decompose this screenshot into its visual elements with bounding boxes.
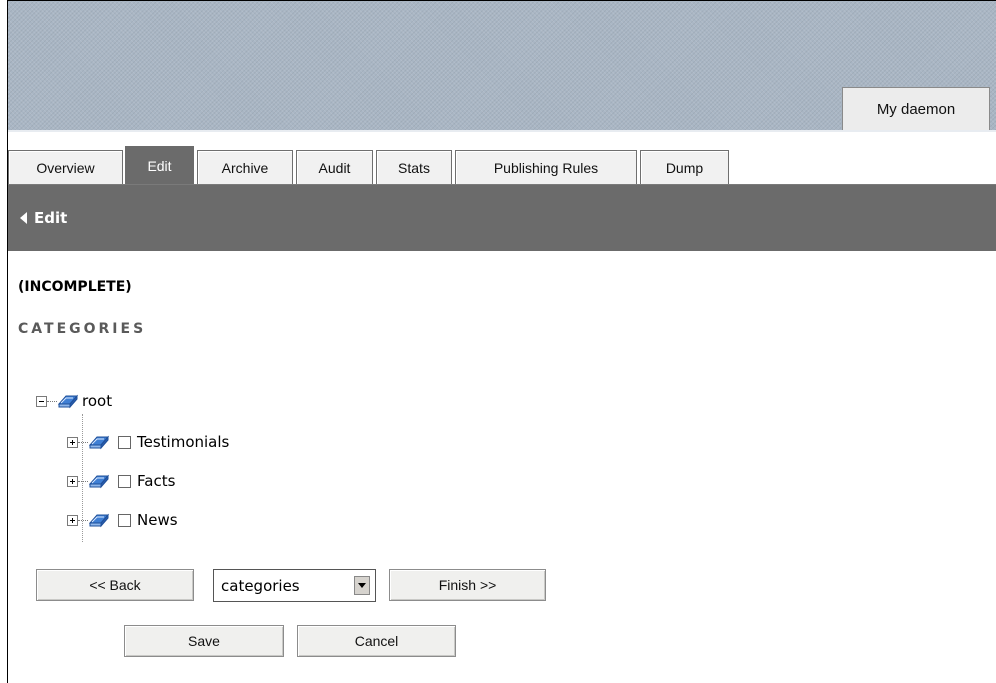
chevron-down-icon[interactable] <box>354 576 370 595</box>
tab-audit[interactable]: Audit <box>296 150 373 184</box>
step-select[interactable]: categories <box>213 569 376 602</box>
triangle-left-icon[interactable] <box>20 212 27 224</box>
tree-node-label[interactable]: News <box>137 511 178 529</box>
tree-node-label[interactable]: Facts <box>137 472 175 490</box>
section-heading: CATEGORIES <box>18 321 147 337</box>
tree-dots <box>78 441 88 443</box>
folder-icon <box>88 511 110 529</box>
tree-node-label[interactable]: Testimonials <box>137 433 229 451</box>
tree-node-facts: Facts <box>67 472 175 490</box>
tree-node-testimonials: Testimonials <box>67 433 229 451</box>
tab-stats[interactable]: Stats <box>376 150 452 184</box>
folder-icon <box>57 392 79 410</box>
tree-node-news: News <box>67 511 178 529</box>
folder-icon <box>88 433 110 451</box>
tree-dots <box>78 480 88 482</box>
finish-button[interactable]: Finish >> <box>389 569 546 601</box>
tree-dots <box>47 400 57 402</box>
my-daemon-tab[interactable]: My daemon <box>842 87 990 130</box>
expand-icon[interactable] <box>67 514 78 526</box>
tree-node-label[interactable]: root <box>82 392 112 410</box>
category-checkbox[interactable] <box>118 474 131 488</box>
expand-icon[interactable] <box>67 436 78 448</box>
status-label: (INCOMPLETE) <box>18 279 132 295</box>
tab-dump[interactable]: Dump <box>640 150 729 184</box>
step-select-value: categories <box>221 576 300 595</box>
edit-bar-title: Edit <box>34 209 68 227</box>
tab-archive[interactable]: Archive <box>197 150 293 184</box>
collapse-icon[interactable] <box>36 395 47 407</box>
expand-icon[interactable] <box>67 475 78 487</box>
back-button[interactable]: << Back <box>36 569 194 601</box>
category-checkbox[interactable] <box>118 513 131 527</box>
category-checkbox[interactable] <box>118 435 131 449</box>
cancel-button[interactable]: Cancel <box>297 625 456 657</box>
folder-icon <box>88 472 110 490</box>
tab-publishing-rules[interactable]: Publishing Rules <box>455 150 637 184</box>
save-button[interactable]: Save <box>124 625 284 657</box>
tree-dots <box>78 519 88 521</box>
tab-overview[interactable]: Overview <box>8 150 123 184</box>
edit-section-bar: Edit <box>8 185 996 251</box>
tab-edit[interactable]: Edit <box>125 146 194 185</box>
tree-node-root: root <box>36 392 112 410</box>
header-divider <box>8 130 996 132</box>
